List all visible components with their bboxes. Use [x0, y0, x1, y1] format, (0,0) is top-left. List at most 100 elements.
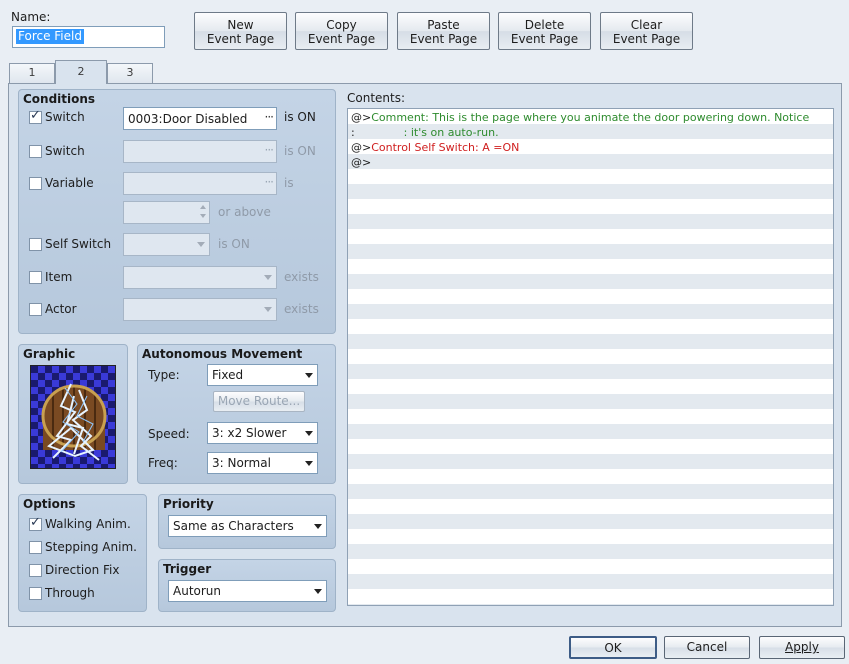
- button-line: New: [227, 18, 254, 32]
- name-value: Force Field: [16, 29, 84, 44]
- chevron-down-icon: [264, 307, 272, 312]
- movement-freq-label: Freq:: [148, 456, 178, 470]
- spin-up-icon: [200, 205, 206, 209]
- clear-event-page-button[interactable]: Clear Event Page: [600, 12, 693, 50]
- movement-freq-dropdown[interactable]: 3: Normal: [207, 452, 318, 474]
- movement-speed-label: Speed:: [148, 427, 190, 441]
- through-label: Through: [45, 586, 95, 600]
- chevron-down-icon: [305, 373, 313, 378]
- new-event-page-button[interactable]: New Event Page: [194, 12, 287, 50]
- button-line: Delete: [524, 18, 565, 32]
- through-checkbox[interactable]: [29, 587, 42, 600]
- self-switch-suffix: is ON: [218, 237, 250, 251]
- tab-page-3[interactable]: 3: [107, 63, 153, 83]
- variable-number-suffix: or above: [218, 205, 271, 219]
- switch1-checkbox[interactable]: [29, 108, 42, 124]
- switch1-value: 0003:Door Disabled: [128, 112, 248, 126]
- chevron-down-icon: [197, 242, 205, 247]
- chevron-down-icon: [314, 524, 322, 529]
- tab-page-2[interactable]: 2: [55, 60, 107, 84]
- command-text: Comment: This is the page where you anim…: [371, 111, 810, 124]
- self-switch-label: Self Switch: [45, 237, 112, 251]
- ellipsis-icon: ···: [264, 175, 275, 189]
- switch1-selector[interactable]: 0003:Door Disabled ···: [123, 107, 277, 130]
- button-line: Clear: [630, 18, 663, 32]
- item-checkbox[interactable]: [29, 271, 42, 284]
- graphic-title: Graphic: [23, 347, 76, 361]
- priority-title: Priority: [163, 497, 214, 511]
- command-line[interactable]: @>: [351, 155, 371, 170]
- switch2-label: Switch: [45, 144, 85, 158]
- button-line: Event Page: [612, 32, 681, 46]
- stepping-anim-checkbox[interactable]: [29, 541, 42, 554]
- switch2-suffix: is ON: [284, 144, 316, 158]
- contents-label: Contents:: [347, 91, 406, 105]
- door-force-field-icon[interactable]: [30, 365, 116, 469]
- switch2-selector[interactable]: ···: [123, 140, 277, 163]
- item-label: Item: [45, 270, 73, 284]
- chevron-down-icon: [314, 589, 322, 594]
- movement-type-value: Fixed: [212, 368, 244, 382]
- door-sprite-svg: [41, 383, 107, 461]
- button-line: Event Page: [510, 32, 579, 46]
- actor-checkbox[interactable]: [29, 303, 42, 316]
- copy-event-page-button[interactable]: Copy Event Page: [295, 12, 388, 50]
- movement-speed-dropdown[interactable]: 3: x2 Slower: [207, 422, 318, 444]
- ellipsis-icon: ···: [264, 143, 275, 157]
- direction-fix-checkbox[interactable]: [29, 564, 42, 577]
- variable-suffix: is: [284, 176, 294, 190]
- walking-anim-label: Walking Anim.: [45, 517, 131, 531]
- command-line[interactable]: @>Comment: This is the page where you an…: [351, 110, 809, 125]
- command-line[interactable]: @>Control Self Switch: A =ON: [351, 140, 519, 155]
- cancel-button[interactable]: Cancel: [664, 636, 750, 659]
- self-switch-checkbox[interactable]: [29, 238, 42, 251]
- movement-freq-value: 3: Normal: [212, 456, 271, 470]
- options-title: Options: [23, 497, 76, 511]
- delete-event-page-button[interactable]: Delete Event Page: [498, 12, 591, 50]
- item-suffix: exists: [284, 270, 319, 284]
- tab-page-1[interactable]: 1: [9, 63, 55, 83]
- switch2-checkbox[interactable]: [29, 145, 42, 158]
- switch1-suffix: is ON: [284, 110, 316, 124]
- chevron-down-icon: [305, 461, 313, 466]
- apply-button[interactable]: Apply: [759, 636, 845, 659]
- walking-anim-checkbox[interactable]: [29, 515, 42, 531]
- command-prefix: @>: [351, 111, 372, 124]
- variable-label: Variable: [45, 176, 94, 190]
- trigger-dropdown[interactable]: Autorun: [168, 580, 327, 602]
- movement-title: Autonomous Movement: [142, 347, 303, 361]
- spin-down-icon: [200, 214, 206, 218]
- chevron-down-icon: [264, 275, 272, 280]
- movement-speed-value: 3: x2 Slower: [212, 426, 287, 440]
- movement-type-label: Type:: [148, 368, 180, 382]
- ellipsis-icon: ···: [264, 110, 275, 124]
- priority-value: Same as Characters: [173, 519, 294, 533]
- trigger-title: Trigger: [163, 562, 212, 576]
- name-input[interactable]: Force Field: [12, 26, 165, 48]
- move-route-button[interactable]: Move Route...: [213, 391, 305, 412]
- priority-dropdown[interactable]: Same as Characters: [168, 515, 327, 537]
- actor-dropdown[interactable]: [123, 298, 277, 321]
- variable-selector[interactable]: ···: [123, 172, 277, 195]
- paste-event-page-button[interactable]: Paste Event Page: [397, 12, 490, 50]
- variable-checkbox[interactable]: [29, 177, 42, 190]
- button-line: Event Page: [409, 32, 478, 46]
- actor-suffix: exists: [284, 302, 319, 316]
- variable-number-spinner[interactable]: [123, 201, 210, 224]
- chevron-down-icon: [305, 431, 313, 436]
- movement-type-dropdown[interactable]: Fixed: [207, 364, 318, 386]
- actor-label: Actor: [45, 302, 77, 316]
- item-dropdown[interactable]: [123, 266, 277, 289]
- button-line: Event Page: [307, 32, 376, 46]
- button-line: Event Page: [206, 32, 275, 46]
- button-line: Copy: [326, 18, 357, 32]
- command-text: : it's on auto-run.: [354, 126, 499, 139]
- stepping-anim-label: Stepping Anim.: [45, 540, 137, 554]
- name-label: Name:: [11, 10, 51, 24]
- command-line[interactable]: : : it's on auto-run.: [351, 125, 499, 140]
- self-switch-dropdown[interactable]: [123, 233, 210, 256]
- ok-button[interactable]: OK: [569, 636, 657, 659]
- event-commands-list[interactable]: @>Comment: This is the page where you an…: [347, 108, 834, 606]
- command-prefix: @>: [351, 156, 372, 169]
- command-prefix: @>: [351, 141, 372, 154]
